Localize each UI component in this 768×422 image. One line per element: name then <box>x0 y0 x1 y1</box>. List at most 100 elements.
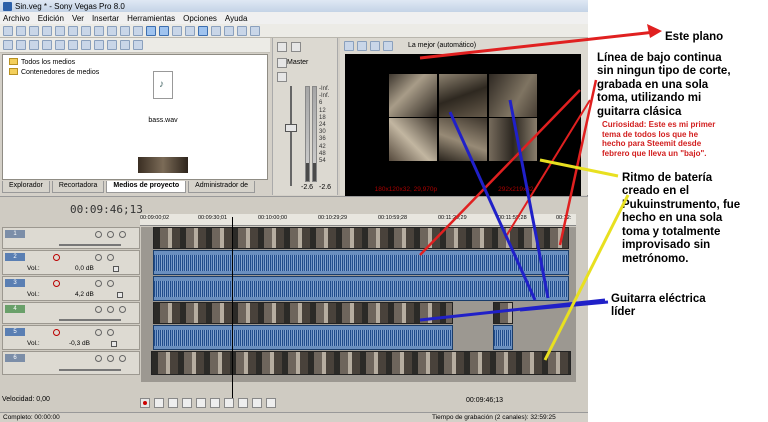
video-file-thumbnail[interactable] <box>138 157 188 173</box>
selection-tool-icon[interactable] <box>224 25 234 36</box>
master-fader-knob[interactable] <box>285 124 297 132</box>
pause-button[interactable] <box>196 398 206 408</box>
playhead-cursor[interactable] <box>232 217 233 399</box>
menu-herramientas[interactable]: Herramientas <box>127 14 175 23</box>
split-screen-icon[interactable] <box>383 40 393 51</box>
mixer-props-icon[interactable] <box>277 42 287 52</box>
track-header-5[interactable]: 5 Vol.: -0,3 dB <box>2 325 140 350</box>
menu-insertar[interactable]: Insertar <box>92 14 119 23</box>
volume-knob[interactable] <box>111 341 117 347</box>
prev-frame-button[interactable] <box>252 398 262 408</box>
audio-event-guitar[interactable] <box>493 325 513 350</box>
render-icon[interactable] <box>133 25 143 36</box>
menu-ver[interactable]: Ver <box>72 14 84 23</box>
mixer-fx-icon[interactable] <box>291 42 301 52</box>
track-header-4[interactable]: 4 <box>2 302 140 324</box>
lock-envelopes-icon[interactable] <box>172 25 182 36</box>
track-solo-icon[interactable] <box>119 306 126 313</box>
track-solo-icon[interactable] <box>119 355 126 362</box>
remove-media-icon[interactable] <box>42 40 52 50</box>
copy-icon[interactable] <box>68 25 78 36</box>
external-monitor-icon[interactable] <box>357 40 367 51</box>
auto-ripple-icon[interactable] <box>159 25 169 36</box>
search-icon[interactable] <box>133 40 143 50</box>
track-fx-icon[interactable] <box>95 306 102 313</box>
track-mute-icon[interactable] <box>107 254 114 261</box>
go-to-start-button[interactable] <box>224 398 234 408</box>
stop-media-icon[interactable] <box>107 40 117 50</box>
preview-fx-icon[interactable] <box>370 40 380 51</box>
menu-opciones[interactable]: Opciones <box>183 14 217 23</box>
snap-icon[interactable] <box>146 25 156 36</box>
track-mute-icon[interactable] <box>107 280 114 287</box>
media-file-bass[interactable]: bass.wav <box>140 71 186 124</box>
audio-event-guitar[interactable] <box>153 325 453 350</box>
zoom-tool-icon[interactable] <box>237 25 247 36</box>
preview-quality-select[interactable]: La mejor (automático) <box>408 42 476 49</box>
menu-archivo[interactable]: Archivo <box>3 14 30 23</box>
capture-icon[interactable] <box>16 40 26 50</box>
redo-icon[interactable] <box>120 25 130 36</box>
track-header-6[interactable]: 6 <box>2 351 140 375</box>
audio-event-bass[interactable] <box>153 250 569 275</box>
undo-icon[interactable] <box>107 25 117 36</box>
track-fx-icon[interactable] <box>95 329 102 336</box>
tree-item-media-bins[interactable]: Contenedores de medios <box>5 67 105 77</box>
video-event[interactable] <box>151 351 571 375</box>
menu-edicion[interactable]: Edición <box>38 14 64 23</box>
arm-record-icon[interactable] <box>53 280 60 287</box>
track-fx-icon[interactable] <box>95 280 102 287</box>
get-media-icon[interactable] <box>29 40 39 50</box>
media-properties-icon[interactable] <box>68 40 78 50</box>
play-from-start-button[interactable] <box>168 398 178 408</box>
menu-ayuda[interactable]: Ayuda <box>225 14 248 23</box>
audio-event-drums[interactable] <box>153 276 569 301</box>
cut-icon[interactable] <box>55 25 65 36</box>
delete-icon[interactable] <box>94 25 104 36</box>
volume-knob[interactable] <box>113 266 119 272</box>
go-to-end-button[interactable] <box>238 398 248 408</box>
video-event[interactable] <box>493 302 513 324</box>
stop-button[interactable] <box>210 398 220 408</box>
video-event[interactable] <box>153 227 569 249</box>
timeline-ruler[interactable]: 00:09:00;02 00:09:30;01 00:10:00;00 00:1… <box>140 214 576 226</box>
ignore-grouping-icon[interactable] <box>185 25 195 36</box>
play-button[interactable] <box>182 398 192 408</box>
track-header-1[interactable]: 1 <box>2 227 140 249</box>
import-media-icon[interactable] <box>3 40 13 50</box>
video-event[interactable] <box>153 302 453 324</box>
arm-record-icon[interactable] <box>53 329 60 336</box>
envelope-tool-icon[interactable] <box>211 25 221 36</box>
track-mute-icon[interactable] <box>107 329 114 336</box>
media-fx-icon[interactable] <box>55 40 65 50</box>
track-level-slider[interactable] <box>59 319 121 321</box>
track-level-slider[interactable] <box>59 369 121 371</box>
track-level-slider[interactable] <box>59 244 121 246</box>
play-media-icon[interactable] <box>94 40 104 50</box>
track-mute-icon[interactable] <box>107 355 114 362</box>
track-header-3[interactable]: 3 Vol.: 4,2 dB <box>2 276 140 301</box>
properties-icon[interactable] <box>42 25 52 36</box>
track-fx-icon[interactable] <box>95 355 102 362</box>
tab-recortadora[interactable]: Recortadora <box>51 181 105 193</box>
track-mute-icon[interactable] <box>107 231 114 238</box>
record-button[interactable] <box>140 398 150 408</box>
tab-explorador[interactable]: Explorador <box>2 181 50 193</box>
preview-props-icon[interactable] <box>344 40 354 51</box>
new-file-icon[interactable] <box>3 25 13 36</box>
track-mute-icon[interactable] <box>107 306 114 313</box>
master-mute-icon[interactable] <box>277 72 287 82</box>
help-icon[interactable] <box>250 25 260 36</box>
save-icon[interactable] <box>29 25 39 36</box>
paste-icon[interactable] <box>81 25 91 36</box>
track-solo-icon[interactable] <box>119 231 126 238</box>
track-fx-icon[interactable] <box>95 231 102 238</box>
tab-medios-de-proyecto[interactable]: Medios de proyecto <box>106 181 187 193</box>
volume-knob[interactable] <box>117 292 123 298</box>
loop-button[interactable] <box>154 398 164 408</box>
track-header-2[interactable]: 2 Vol.: 0,0 dB <box>2 250 140 275</box>
tree-item-all-media[interactable]: Todos los medios <box>5 57 105 67</box>
tab-administrador[interactable]: Administrador de <box>188 181 256 193</box>
track-fx-icon[interactable] <box>95 254 102 261</box>
master-fx-icon[interactable] <box>277 58 287 68</box>
